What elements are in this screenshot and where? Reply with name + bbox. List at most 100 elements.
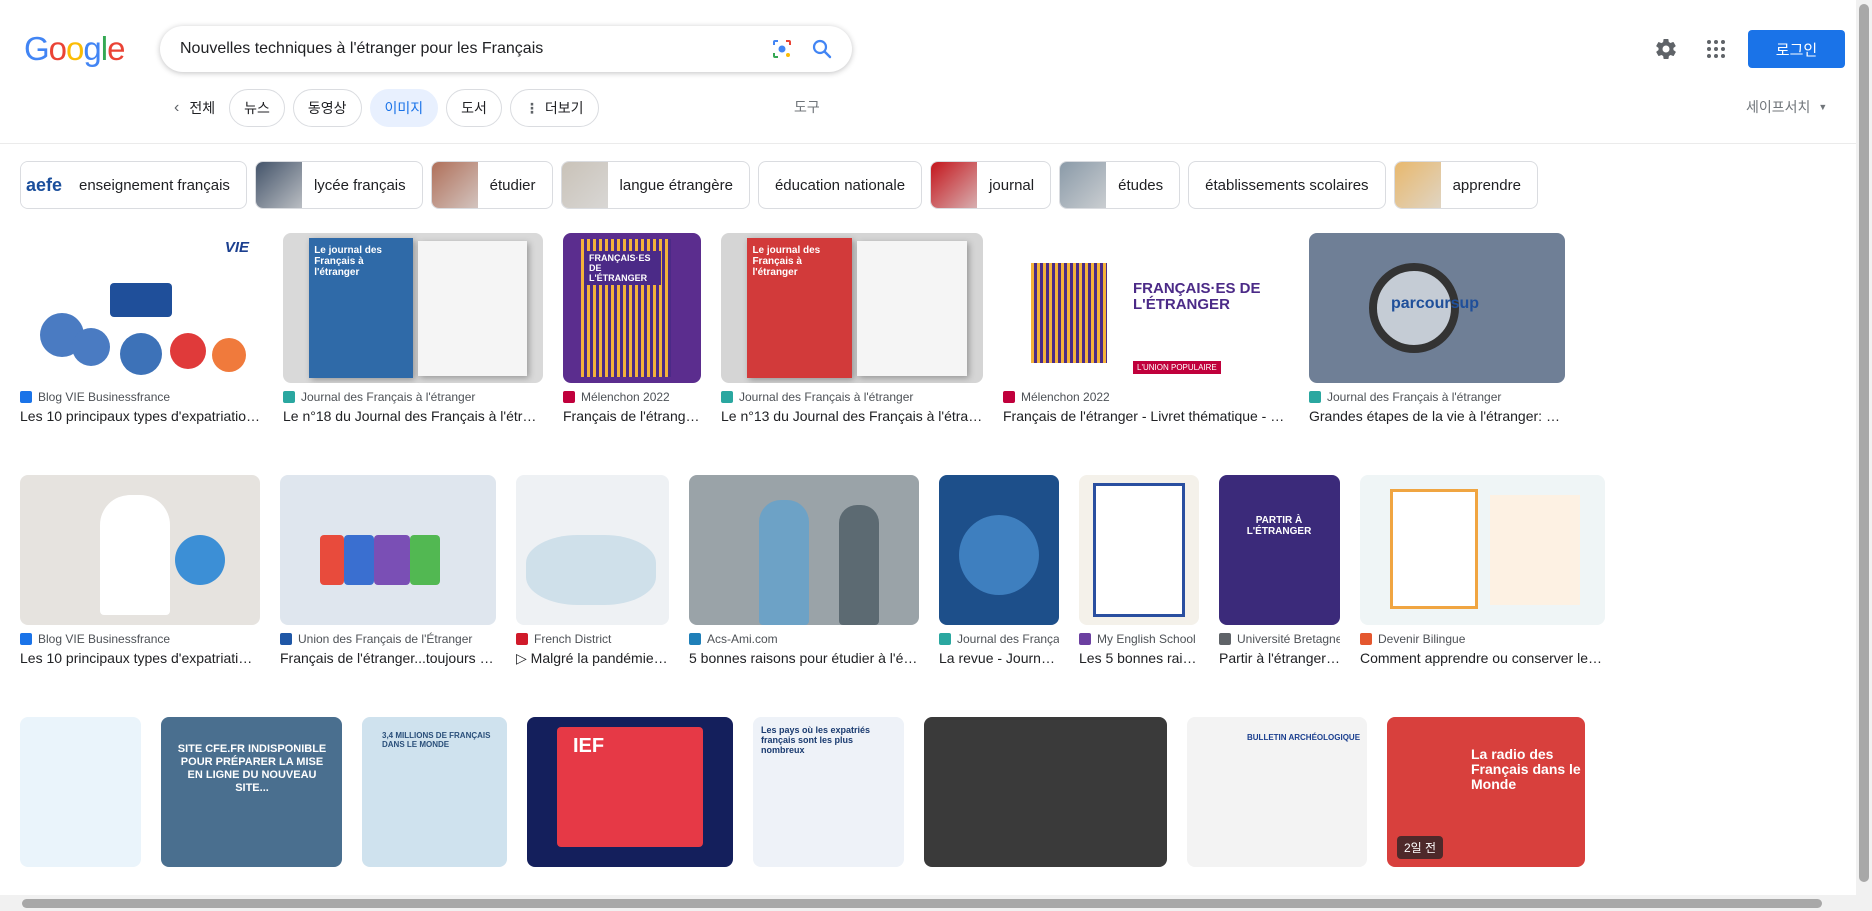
image-thumbnail[interactable]: FRANÇAIS·ES DE L'ÉTRANGER L'UNION POPULAI…: [1003, 233, 1289, 383]
google-logo[interactable]: Google: [24, 30, 125, 68]
image-result-card[interactable]: French District ▷ Malgré la pandémie, le …: [516, 475, 669, 667]
image-thumbnail[interactable]: La radio des Français dans le Monde 2일 전: [1387, 717, 1585, 867]
image-thumbnail[interactable]: 3,4 MILLIONS DE FRANÇAIS DANS LE MONDE: [362, 717, 507, 867]
image-result-card[interactable]: SITE CFE.FR INDISPONIBLE POUR PRÉPARER L…: [161, 717, 342, 867]
result-title[interactable]: Français de l'étranger - ...: [563, 408, 701, 424]
image-result-card[interactable]: Devenir Bilingue Comment apprendre ou con…: [1360, 475, 1605, 667]
related-search-chip[interactable]: lycée français: [254, 161, 423, 209]
result-source[interactable]: French District: [516, 632, 669, 646]
settings-gear-icon[interactable]: [1654, 37, 1678, 61]
result-title[interactable]: 5 bonnes raisons pour étudier à l'étrang…: [689, 650, 919, 666]
result-source[interactable]: Mélenchon 2022: [563, 390, 701, 404]
image-result-card[interactable]: parcoursup Journal des Français à l'étran…: [1309, 233, 1565, 424]
image-result-card[interactable]: BULLETIN ARCHÉOLOGIQUE: [1187, 717, 1367, 867]
image-result-card[interactable]: Le journal des Français à l'étranger Jour…: [283, 233, 543, 424]
result-title[interactable]: Français de l'étranger...toujours plus .…: [280, 650, 496, 666]
result-title[interactable]: La revue - Journal d...: [939, 650, 1059, 666]
image-thumbnail[interactable]: parcoursup: [1309, 233, 1565, 383]
image-thumbnail[interactable]: VIE: [20, 233, 263, 383]
image-result-card[interactable]: La radio des Français dans le Monde 2일 전: [1387, 717, 1585, 867]
image-thumbnail[interactable]: [939, 475, 1059, 625]
image-result-card[interactable]: PARTIR À L'ÉTRANGER Université Bretagne .…: [1219, 475, 1340, 667]
result-title[interactable]: Partir à l'étranger - ...: [1219, 650, 1340, 666]
result-source[interactable]: Journal des Français à l'étranger: [1309, 390, 1565, 404]
image-result-card[interactable]: VIE Blog VIE Businessfrance Les 10 princip…: [20, 233, 263, 424]
tab-books[interactable]: 도서: [446, 89, 502, 127]
login-button[interactable]: 로그인: [1748, 30, 1845, 68]
related-search-chip[interactable]: aefe enseignement français: [20, 161, 247, 209]
image-thumbnail[interactable]: [516, 475, 669, 625]
search-icon[interactable]: [810, 37, 834, 61]
image-result-card[interactable]: IEF: [527, 717, 733, 867]
result-source[interactable]: Acs-Ami.com: [689, 632, 919, 646]
image-result-card[interactable]: [924, 717, 1167, 867]
result-title[interactable]: Le n°18 du Journal des Français à l'étra…: [283, 408, 543, 424]
result-source[interactable]: Blog VIE Businessfrance: [20, 632, 260, 646]
image-thumbnail[interactable]: Le journal des Français à l'étranger: [721, 233, 983, 383]
result-title[interactable]: Comment apprendre ou conserver le f...: [1360, 650, 1605, 666]
result-source[interactable]: Journal des Français à l'étranger: [283, 390, 543, 404]
related-search-chip[interactable]: langue étrangère: [560, 161, 750, 209]
vertical-scrollbar-thumb[interactable]: [1859, 4, 1869, 882]
image-thumbnail[interactable]: PARTIR À L'ÉTRANGER: [1219, 475, 1340, 625]
vertical-scrollbar[interactable]: [1856, 0, 1872, 895]
result-title[interactable]: Français de l'étranger - Livret thématiq…: [1003, 408, 1289, 424]
image-result-card[interactable]: My English School Les 5 bonnes raiso...: [1079, 475, 1199, 667]
search-input[interactable]: [180, 26, 740, 72]
image-thumbnail[interactable]: [20, 475, 260, 625]
tab-images[interactable]: 이미지: [369, 89, 439, 127]
result-source[interactable]: Journal des Françai...: [939, 632, 1059, 646]
tab-more[interactable]: ⋮ 더보기: [509, 89, 599, 127]
result-source[interactable]: Devenir Bilingue: [1360, 632, 1605, 646]
image-result-card[interactable]: FRANÇAIS·ES DE L'ÉTRANGER Mélenchon 2022 F…: [563, 233, 701, 424]
result-title[interactable]: Les 10 principaux types d'expatriation p…: [20, 650, 260, 666]
image-result-card[interactable]: Le journal des Français à l'étranger Jour…: [721, 233, 983, 424]
horizontal-scrollbar-thumb[interactable]: [22, 899, 1822, 908]
image-thumbnail[interactable]: [1360, 475, 1605, 625]
image-thumbnail[interactable]: Les pays où les expatriés français sont …: [753, 717, 904, 867]
image-result-card[interactable]: Union des Français de l'Étranger Français…: [280, 475, 496, 667]
result-title[interactable]: Grandes étapes de la vie à l'étranger: q…: [1309, 408, 1565, 424]
tab-news[interactable]: 뉴스: [229, 89, 285, 127]
related-search-chip[interactable]: établissements scolaires: [1188, 161, 1386, 209]
result-title[interactable]: Le n°13 du Journal des Français à l'étra…: [721, 408, 983, 424]
image-result-card[interactable]: [20, 717, 141, 867]
result-source[interactable]: Blog VIE Businessfrance: [20, 390, 263, 404]
tab-videos[interactable]: 동영상: [292, 89, 362, 127]
result-source[interactable]: Union des Français de l'Étranger: [280, 632, 496, 646]
result-title[interactable]: Les 10 principaux types d'expatriation p…: [20, 408, 263, 424]
result-source[interactable]: Université Bretagne ...: [1219, 632, 1340, 646]
image-thumbnail[interactable]: FRANÇAIS·ES DE L'ÉTRANGER: [563, 233, 701, 383]
image-thumbnail[interactable]: [280, 475, 496, 625]
safesearch-menu[interactable]: 세이프서치 ▼: [1746, 97, 1827, 117]
related-search-chip[interactable]: étudier: [430, 161, 553, 209]
image-thumbnail[interactable]: [689, 475, 919, 625]
image-result-card[interactable]: FRANÇAIS·ES DE L'ÉTRANGER L'UNION POPULAI…: [1003, 233, 1289, 424]
google-apps-icon[interactable]: [1704, 37, 1728, 61]
search-box[interactable]: [160, 26, 852, 72]
image-result-card[interactable]: Acs-Ami.com 5 bonnes raisons pour étudier…: [689, 475, 919, 667]
image-thumbnail[interactable]: [924, 717, 1167, 867]
result-source[interactable]: My English School: [1079, 632, 1199, 646]
image-thumbnail[interactable]: SITE CFE.FR INDISPONIBLE POUR PRÉPARER L…: [161, 717, 342, 867]
image-result-card[interactable]: 3,4 MILLIONS DE FRANÇAIS DANS LE MONDE: [362, 717, 507, 867]
result-source[interactable]: Mélenchon 2022: [1003, 390, 1289, 404]
result-source[interactable]: Journal des Français à l'étranger: [721, 390, 983, 404]
image-thumbnail[interactable]: BULLETIN ARCHÉOLOGIQUE: [1187, 717, 1367, 867]
tools-button[interactable]: 도구: [794, 97, 820, 117]
tab-all[interactable]: ‹ 전체: [168, 89, 222, 127]
image-result-card[interactable]: Journal des Françai... La revue - Journal…: [939, 475, 1059, 667]
related-search-chip[interactable]: éducation nationale: [757, 161, 923, 209]
result-title[interactable]: Les 5 bonnes raiso...: [1079, 650, 1199, 666]
image-thumbnail[interactable]: [1079, 475, 1199, 625]
related-search-chip[interactable]: apprendre: [1393, 161, 1538, 209]
horizontal-scrollbar[interactable]: [0, 895, 1872, 911]
image-thumbnail[interactable]: Le journal des Français à l'étranger: [283, 233, 543, 383]
image-result-card[interactable]: Blog VIE Businessfrance Les 10 principaux…: [20, 475, 260, 667]
image-thumbnail[interactable]: [20, 717, 141, 867]
image-result-card[interactable]: Les pays où les expatriés français sont …: [753, 717, 904, 867]
related-search-chip[interactable]: études: [1059, 161, 1181, 209]
google-lens-icon[interactable]: [770, 37, 794, 61]
related-search-chip[interactable]: journal: [930, 161, 1052, 209]
result-title[interactable]: ▷ Malgré la pandémie, le ...: [516, 650, 669, 667]
